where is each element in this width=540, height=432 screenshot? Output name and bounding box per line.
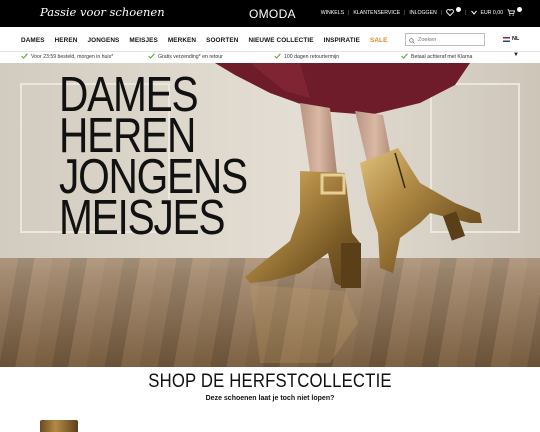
hero-headline: DAMES HEREN JONGENS MEISJES [59,71,248,243]
usp-text: Gratis verzending* en retour [158,54,223,60]
page: { "topbar": { "tagline": "Passie voor sc… [0,0,540,432]
divider: | [440,9,443,16]
search-icon [409,31,415,49]
divider: | [404,9,406,16]
usp-chevron-down-icon[interactable]: ▼ [513,52,519,58]
section-subtitle: Deze schoenen laat je toch niet lopen? [205,395,335,402]
chevron-down-icon[interactable] [470,10,477,15]
usp-item: 100 dagen retourtermijn [274,53,339,61]
language-selector[interactable]: NL [503,36,519,42]
nav-item-jongens[interactable]: JONGENS [87,37,119,44]
login-link[interactable]: INLOGGEN [409,10,436,16]
cart-badge [517,7,522,12]
usp-text: Voor 23:59 besteld, morgen in huis* [31,54,114,60]
stores-link[interactable]: WINKELS [321,10,344,16]
hero-banner[interactable]: DAMES HEREN JONGENS MEISJES [0,63,540,367]
nav-item-heren[interactable]: HEREN [55,37,78,44]
nav-item-dames[interactable]: DAMES [21,37,45,44]
usp-text: Betaal achteraf met Klarna [411,54,473,60]
wishlist-badge [456,7,462,12]
divider: | [465,9,467,16]
heart-icon[interactable] [446,9,455,16]
top-links: WINKELS | KLANTENSERVICE | INLOGGEN | | … [321,7,522,16]
divider: | [348,9,350,16]
nav-item-meisjes[interactable]: MEISJES [129,37,157,44]
check-icon [148,53,155,61]
usp-item: Voor 23:59 besteld, morgen in huis* [21,53,113,61]
customer-service-link[interactable]: KLANTENSERVICE [353,10,400,16]
nav-item-nieuwe-collectie[interactable]: NIEUWE COLLECTIE [248,37,313,44]
search-box[interactable] [405,33,485,46]
usp-text: 100 dagen retourtermijn [284,54,340,60]
check-icon [274,53,281,61]
language-label: NL [512,36,520,42]
usp-item: Betaal achteraf met Klarna [401,53,472,61]
nav-item-inspiratie[interactable]: INSPIRATIE [324,37,360,44]
nav-item-merken[interactable]: MERKEN [168,37,196,44]
nav-items: DAMES HEREN JONGENS MEISJES MERKEN SOORT… [21,37,387,44]
nav-item-sale[interactable]: SALE [370,37,387,44]
product-image[interactable] [40,420,78,432]
usp-item: Gratis verzending* en retour [148,53,223,61]
top-bar: Passie voor schoenen OMODA WINKELS | KLA… [0,0,540,27]
nav-item-soorten[interactable]: SOORTEN [206,37,238,44]
hero-line-meisjes[interactable]: MEISJES [59,194,247,243]
cart-amount[interactable]: EUR 0,00 [481,10,504,16]
tagline: Passie voor schoenen [40,5,165,19]
search-input[interactable] [418,36,482,43]
usp-bar: Voor 23:59 besteld, morgen in huis* Grat… [0,52,540,63]
check-icon [401,53,408,61]
omoda-logo[interactable]: OMODA [249,7,296,21]
section-title: SHOP DE HERFSTCOLLECTIE [148,371,392,392]
dutch-flag-icon [503,36,510,42]
cart-icon[interactable] [507,9,515,16]
check-icon [21,53,28,61]
